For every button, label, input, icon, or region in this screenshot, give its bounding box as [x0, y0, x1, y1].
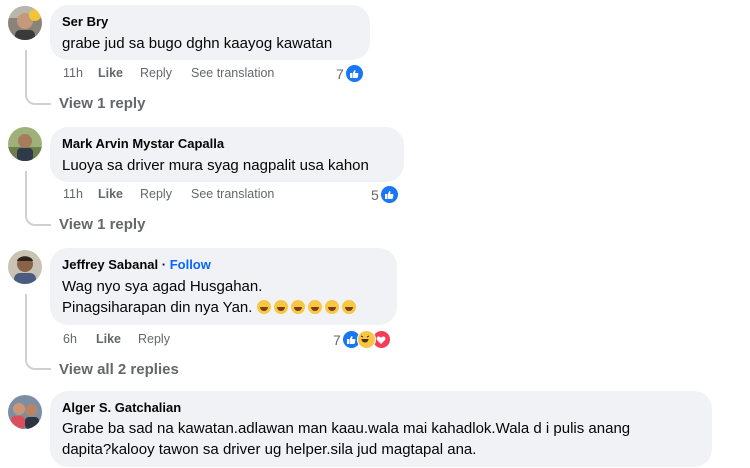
laughing-emoji-icon [256, 300, 271, 314]
thread-line [25, 50, 51, 105]
view-replies-link[interactable]: View all 2 replies [59, 361, 179, 378]
comment-author[interactable]: Ser Bry [62, 13, 358, 30]
emoji-row [256, 299, 359, 316]
comment-time[interactable]: 11h [63, 187, 83, 201]
thread-line [25, 171, 51, 226]
comment-text: Luoya sa driver mura syag nagpalit usa k… [62, 157, 369, 174]
thread-line [25, 294, 51, 370]
comment-author[interactable]: Mark Arvin Mystar Capalla [62, 135, 392, 152]
see-translation-link[interactable]: See translation [191, 66, 274, 80]
avatar-image [8, 127, 42, 161]
comment-text: Wag nyo sya agad Husgahan. [62, 278, 263, 295]
comment-text-line-2: Pinagsiharapan din nya Yan. [62, 297, 385, 318]
comment-author[interactable]: Alger S. Gatchalian [62, 399, 700, 416]
comment-text-line-2: dapita?kalooy tawon sa driver ug helper.… [62, 441, 477, 458]
laughing-emoji-icon [290, 300, 305, 314]
avatar[interactable] [8, 395, 42, 429]
comment-text: Grabe ba sad na kawatan.adlawan man kaau… [62, 420, 631, 437]
comment-author[interactable]: Jeffrey Sabanal [62, 257, 158, 272]
comment-bubble: Jeffrey Sabanal · Follow Wag nyo sya aga… [50, 248, 397, 325]
comment-author-line: Jeffrey Sabanal · Follow [62, 256, 385, 273]
reply-button[interactable]: Reply [140, 187, 172, 201]
reaction-summary[interactable]: 7 [333, 330, 391, 349]
view-replies-link[interactable]: View 1 reply [59, 216, 145, 233]
comment-bubble: Alger S. Gatchalian Grabe ba sad na kawa… [50, 391, 712, 467]
like-button[interactable]: Like [96, 332, 121, 346]
like-icon [344, 64, 364, 83]
laughing-emoji-icon [273, 300, 288, 314]
laughing-emoji-icon [341, 300, 356, 314]
like-icon [379, 185, 399, 204]
reply-button[interactable]: Reply [138, 332, 170, 346]
like-button[interactable]: Like [98, 66, 123, 80]
reaction-summary[interactable]: 7 [336, 64, 364, 83]
reaction-count: 7 [336, 65, 344, 82]
avatar[interactable] [8, 6, 42, 40]
separator-dot: · [161, 257, 167, 272]
view-replies-link[interactable]: View 1 reply [59, 95, 145, 112]
reaction-count: 5 [371, 186, 379, 203]
comment-text: grabe jud sa bugo dghn kaayog kawatan [62, 35, 333, 52]
see-translation-link[interactable]: See translation [191, 187, 274, 201]
follow-button[interactable]: Follow [170, 257, 211, 272]
reaction-count: 7 [333, 331, 341, 348]
comment-time[interactable]: 6h [63, 332, 77, 346]
reaction-summary[interactable]: 5 [371, 185, 399, 204]
like-button[interactable]: Like [98, 187, 123, 201]
avatar-image [8, 395, 42, 429]
reply-button[interactable]: Reply [140, 66, 172, 80]
comment-bubble: Ser Bry grabe jud sa bugo dghn kaayog ka… [50, 5, 370, 60]
comment-bubble: Mark Arvin Mystar Capalla Luoya sa drive… [50, 127, 404, 182]
avatar-image [8, 6, 42, 40]
comment-text-second: Pinagsiharapan din nya Yan. [62, 299, 253, 316]
avatar-image [8, 250, 42, 284]
haha-icon [356, 330, 376, 349]
laughing-emoji-icon [324, 300, 339, 314]
avatar[interactable] [8, 250, 42, 284]
laughing-emoji-icon [307, 300, 322, 314]
comment-time[interactable]: 11h [63, 66, 83, 80]
avatar[interactable] [8, 127, 42, 161]
